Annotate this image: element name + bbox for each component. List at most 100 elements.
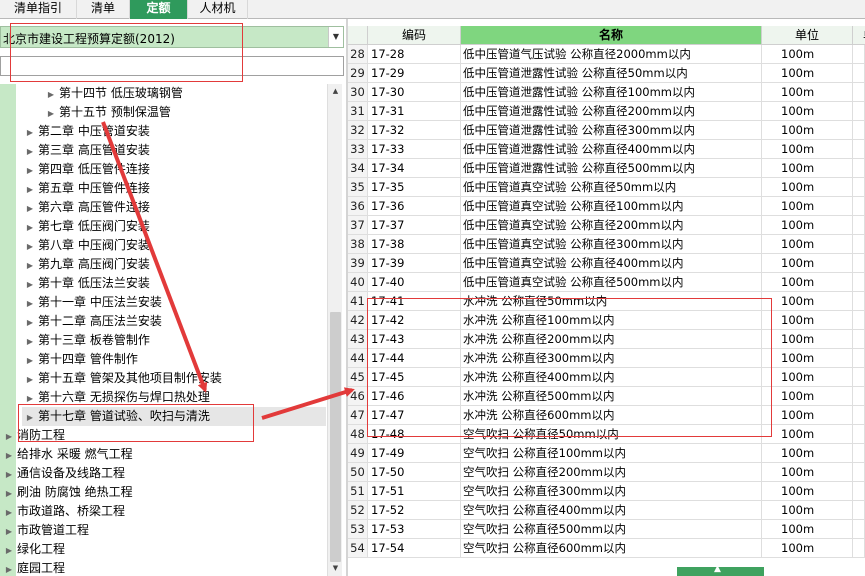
tree-item[interactable]: ▶ 庭园工程 (1, 559, 65, 576)
tree-item[interactable]: ▶ 绿化工程 (1, 540, 65, 559)
tree-item[interactable]: ▶ 第十四章 管件制作 (22, 350, 138, 369)
tree-item[interactable]: ▶ 第十七章 管道试验、吹扫与清洗 (22, 407, 326, 426)
table-row[interactable]: 41 17-41 水冲洗 公称直径50mm以内 100m (348, 292, 865, 311)
table-row[interactable]: 35 17-35 低中压管道真空试验 公称直径50mm以内 100m (348, 178, 865, 197)
tab-quota[interactable]: 定额 (130, 0, 188, 19)
table-row[interactable]: 44 17-44 水冲洗 公称直径300mm以内 100m (348, 349, 865, 368)
table-row[interactable]: 42 17-42 水冲洗 公称直径100mm以内 100m (348, 311, 865, 330)
tree-item[interactable]: ▶ 第二章 中压管道安装 (22, 122, 150, 141)
unit-cell: 100m (762, 159, 853, 178)
expand-arrow-icon[interactable]: ▶ (1, 484, 17, 503)
table-row[interactable]: 43 17-43 水冲洗 公称直径200mm以内 100m (348, 330, 865, 349)
expand-arrow-icon[interactable]: ▶ (22, 313, 38, 332)
expand-arrow-icon[interactable]: ▶ (22, 370, 38, 389)
scroll-down-icon[interactable]: ▼ (328, 561, 343, 576)
tree-item[interactable]: ▶ 第十二章 高压法兰安装 (22, 312, 162, 331)
expand-arrow-icon[interactable]: ▶ (43, 104, 59, 123)
table-row[interactable]: 28 17-28 低中压管道气压试验 公称直径2000mm以内 100m (348, 45, 865, 64)
tree-item[interactable]: ▶ 第五章 中压管件连接 (22, 179, 150, 198)
expand-arrow-icon[interactable]: ▶ (22, 294, 38, 313)
tree-item[interactable]: ▶ 市政道路、桥梁工程 (1, 502, 125, 521)
tree-item[interactable]: ▶ 第七章 低压阀门安装 (22, 217, 150, 236)
tree-item[interactable]: ▶ 第十五章 管架及其他项目制作安装 (22, 369, 222, 388)
expand-arrow-icon[interactable]: ▶ (22, 218, 38, 237)
tree-item[interactable]: ▶ 第三章 高压管道安装 (22, 141, 150, 160)
tree-item[interactable]: ▶ 消防工程 (1, 426, 65, 445)
table-row[interactable]: 29 17-29 低中压管道泄露性试验 公称直径50mm以内 100m (348, 64, 865, 83)
tree-item[interactable]: ▶ 给排水 采暖 燃气工程 (1, 445, 133, 464)
tree-item[interactable]: ▶ 第六章 高压管件连接 (22, 198, 150, 217)
table-row[interactable]: 49 17-49 空气吹扫 公称直径100mm以内 100m (348, 444, 865, 463)
header-row-number (348, 26, 368, 45)
tree-item[interactable]: ▶ 第十章 低压法兰安装 (22, 274, 150, 293)
tree-item[interactable]: ▶ 第十四节 低压玻璃钢管 (43, 84, 183, 103)
search-input[interactable] (0, 56, 344, 76)
table-row[interactable]: 38 17-38 低中压管道真空试验 公称直径300mm以内 100m (348, 235, 865, 254)
table-row[interactable]: 36 17-36 低中压管道真空试验 公称直径100mm以内 100m (348, 197, 865, 216)
header-code[interactable]: 编码 (368, 26, 461, 45)
tree-item[interactable]: ▶ 第十六章 无损探伤与焊口热处理 (22, 388, 210, 407)
table-row[interactable]: 45 17-45 水冲洗 公称直径400mm以内 100m (348, 368, 865, 387)
expand-arrow-icon[interactable]: ▶ (22, 332, 38, 351)
table-row[interactable]: 52 17-52 空气吹扫 公称直径400mm以内 100m (348, 501, 865, 520)
row-number: 33 (348, 140, 368, 159)
table-row[interactable]: 46 17-46 水冲洗 公称直径500mm以内 100m (348, 387, 865, 406)
expand-arrow-icon[interactable]: ▶ (43, 85, 59, 104)
scroll-up-icon[interactable]: ▲ (328, 84, 343, 99)
table-row[interactable]: 47 17-47 水冲洗 公称直径600mm以内 100m (348, 406, 865, 425)
expand-arrow-icon[interactable]: ▶ (22, 389, 38, 408)
tab-labor-material-machine[interactable]: 人材机 (188, 0, 248, 19)
table-row[interactable]: 54 17-54 空气吹扫 公称直径600mm以内 100m (348, 539, 865, 558)
tree-item[interactable]: ▶ 第四章 低压管件连接 (22, 160, 150, 179)
table-row[interactable]: 50 17-50 空气吹扫 公称直径200mm以内 100m (348, 463, 865, 482)
tree-item[interactable]: ▶ 第十一章 中压法兰安装 (22, 293, 162, 312)
tree-item[interactable]: ▶ 通信设备及线路工程 (1, 464, 125, 483)
expand-arrow-icon[interactable]: ▶ (22, 123, 38, 142)
tree-item-label: 第十四章 管件制作 (38, 352, 138, 366)
header-name[interactable]: 名称 (461, 26, 762, 45)
expand-arrow-icon[interactable]: ▶ (22, 351, 38, 370)
table-row[interactable]: 53 17-53 空气吹扫 公称直径500mm以内 100m (348, 520, 865, 539)
tree-item[interactable]: ▶ 第九章 高压阀门安装 (22, 255, 150, 274)
tree-item[interactable]: ▶ 市政管道工程 (1, 521, 89, 540)
expand-arrow-icon[interactable]: ▶ (22, 161, 38, 180)
tree-item[interactable]: ▶ 第八章 中压阀门安装 (22, 236, 150, 255)
expand-arrow-icon[interactable]: ▶ (1, 427, 17, 446)
panel-collapse-handle[interactable]: ▲ (677, 564, 764, 576)
table-row[interactable]: 33 17-33 低中压管道泄露性试验 公称直径400mm以内 100m (348, 140, 865, 159)
expand-arrow-icon[interactable]: ▶ (22, 142, 38, 161)
expand-arrow-icon[interactable]: ▶ (1, 446, 17, 465)
tree-item[interactable]: ▶ 刷油 防腐蚀 绝热工程 (1, 483, 133, 502)
header-extra[interactable]: 单 (853, 26, 865, 45)
table-row[interactable]: 40 17-40 低中压管道真空试验 公称直径500mm以内 100m (348, 273, 865, 292)
tab-list-guide[interactable]: 清单指引 (0, 0, 77, 19)
table-row[interactable]: 31 17-31 低中压管道泄露性试验 公称直径200mm以内 100m (348, 102, 865, 121)
table-row[interactable]: 39 17-39 低中压管道真空试验 公称直径400mm以内 100m (348, 254, 865, 273)
tree-scrollbar[interactable]: ▲ ▼ (327, 84, 342, 576)
table-row[interactable]: 32 17-32 低中压管道泄露性试验 公称直径300mm以内 100m (348, 121, 865, 140)
tab-list[interactable]: 清单 (77, 0, 130, 19)
expand-arrow-icon[interactable]: ▶ (22, 237, 38, 256)
expand-arrow-icon[interactable]: ▶ (1, 522, 17, 541)
scrollbar-thumb[interactable] (330, 312, 341, 562)
expand-arrow-icon[interactable]: ▶ (22, 256, 38, 275)
expand-arrow-icon[interactable]: ▶ (1, 503, 17, 522)
table-row[interactable]: 51 17-51 空气吹扫 公称直径300mm以内 100m (348, 482, 865, 501)
table-row[interactable]: 37 17-37 低中压管道真空试验 公称直径200mm以内 100m (348, 216, 865, 235)
chevron-down-icon[interactable]: ▼ (328, 27, 343, 47)
tree-item[interactable]: ▶ 第十三章 板卷管制作 (22, 331, 150, 350)
expand-arrow-icon[interactable]: ▶ (22, 275, 38, 294)
table-row[interactable]: 30 17-30 低中压管道泄露性试验 公称直径100mm以内 100m (348, 83, 865, 102)
header-unit[interactable]: 单位 (762, 26, 853, 45)
quota-library-select[interactable]: 北京市建设工程预算定额(2012) ▼ (0, 26, 344, 48)
expand-arrow-icon[interactable]: ▶ (22, 180, 38, 199)
table-row[interactable]: 48 17-48 空气吹扫 公称直径50mm以内 100m (348, 425, 865, 444)
expand-arrow-icon[interactable]: ▶ (1, 541, 17, 560)
expand-arrow-icon[interactable]: ▶ (1, 560, 17, 576)
tree-item[interactable]: ▶ 第十五节 预制保温管 (43, 103, 171, 122)
expand-arrow-icon[interactable]: ▶ (22, 199, 38, 218)
expand-arrow-icon[interactable]: ▶ (22, 408, 38, 427)
expand-arrow-icon[interactable]: ▶ (1, 465, 17, 484)
table-row[interactable]: 34 17-34 低中压管道泄露性试验 公称直径500mm以内 100m (348, 159, 865, 178)
unit-cell: 100m (762, 216, 853, 235)
